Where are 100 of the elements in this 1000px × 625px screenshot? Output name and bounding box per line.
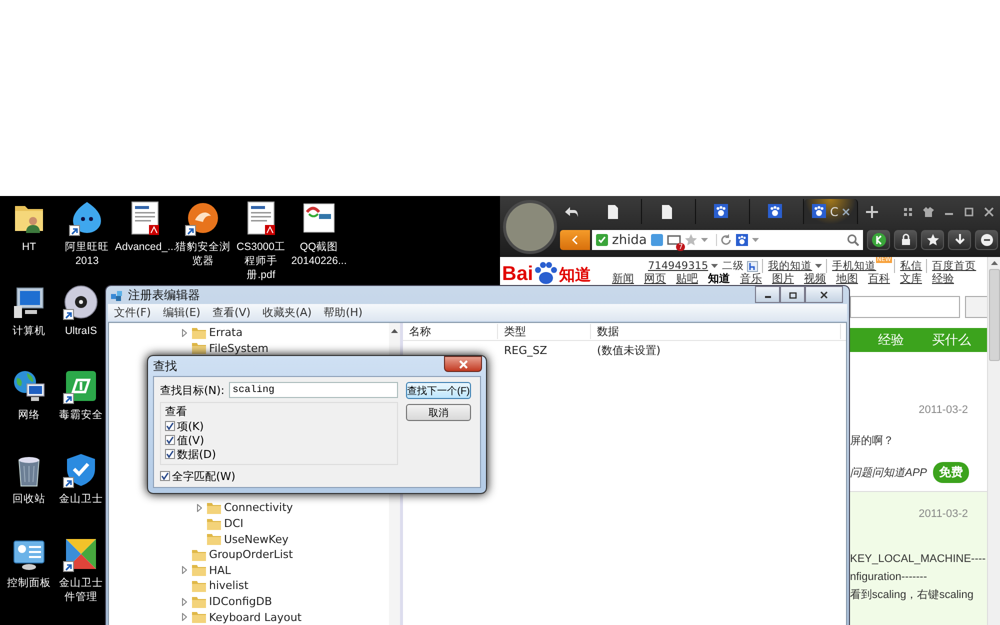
menu-item[interactable]: 帮助(H) (324, 305, 363, 320)
tree-item-label[interactable]: UseNewKey (224, 532, 288, 546)
paw-icon[interactable] (736, 234, 748, 246)
column-header[interactable]: 数据 (591, 324, 841, 339)
search-field[interactable] (850, 296, 960, 318)
checkbox-label[interactable]: 数据(D) (177, 446, 216, 462)
network-icon[interactable] (11, 368, 47, 404)
grid-icon[interactable] (903, 206, 913, 216)
desktop-icon-label[interactable]: Advanced_... (115, 240, 175, 254)
nav-link[interactable]: 经验 (932, 272, 954, 285)
maximize-icon[interactable] (964, 206, 974, 216)
header-link[interactable]: 私信 (900, 259, 922, 273)
checkbox[interactable] (160, 471, 170, 481)
desktop-icon-label[interactable]: 金山卫士 (59, 492, 103, 506)
back-arrow-icon[interactable] (564, 206, 578, 218)
nav-link[interactable]: 图片 (772, 272, 794, 285)
header-link[interactable]: 百度首页 (932, 259, 976, 273)
caret-icon[interactable] (815, 264, 822, 268)
expand-arrow-icon[interactable] (182, 598, 186, 606)
dialog-button[interactable]: 查找下一个(F) (406, 382, 471, 399)
desktop-icon-label[interactable]: QQ截图 20140226... (290, 240, 348, 268)
account-link[interactable]: 714949315 (648, 260, 708, 272)
checkbox[interactable] (165, 421, 175, 431)
desktop-icon-label[interactable]: 回收站 (12, 492, 46, 506)
caret-icon[interactable] (711, 264, 718, 268)
column-header[interactable]: 名称 (403, 324, 498, 339)
nav-link[interactable]: 音乐 (740, 272, 762, 285)
star-icon[interactable] (684, 234, 697, 246)
h-badge-icon[interactable] (747, 260, 758, 272)
app-tile-icon[interactable] (63, 368, 99, 404)
tree-item-label[interactable]: Errata (209, 326, 243, 340)
header-link[interactable]: 手机知道 (832, 259, 876, 273)
expand-arrow-icon[interactable] (196, 504, 202, 512)
desktop-icon-label[interactable]: 网络 (18, 408, 40, 422)
expand-arrow-icon[interactable] (182, 566, 186, 574)
tree-item-label[interactable]: GroupOrderList (209, 548, 293, 562)
menu-item[interactable]: 文件(F) (114, 305, 151, 320)
expand-arrow-icon[interactable] (182, 328, 186, 337)
scrollbar-thumb[interactable] (988, 269, 1000, 361)
nav-link[interactable]: 地图 (836, 272, 858, 285)
toolbar-button[interactable] (894, 230, 917, 250)
browser-tab[interactable]: C (804, 199, 858, 224)
nav-link[interactable]: 百科 (868, 272, 890, 285)
tree-item-label[interactable]: Keyboard Layout (209, 610, 302, 624)
expand-arrow-icon[interactable] (182, 613, 186, 622)
tree-item-label[interactable]: HAL (209, 564, 231, 577)
tile-icon[interactable] (63, 536, 99, 572)
tree-item-label[interactable]: FileSystem (209, 342, 268, 355)
checkbox[interactable] (165, 435, 175, 445)
screen-icon[interactable] (666, 234, 681, 246)
scrollbar[interactable] (987, 257, 1000, 625)
nav-link[interactable]: 知道 (708, 272, 730, 285)
disc-icon[interactable] (63, 284, 99, 320)
toolbar-button[interactable] (948, 230, 971, 250)
toolbar-button[interactable] (867, 230, 890, 250)
round-app-icon[interactable] (185, 200, 221, 236)
close-button[interactable] (805, 286, 843, 303)
tree-item-label[interactable]: DCI (224, 517, 244, 530)
address-text[interactable]: zhida (612, 232, 647, 248)
new-tab-plus-icon[interactable] (866, 206, 878, 218)
checkbox-label[interactable]: 值(V) (177, 432, 204, 448)
desktop-icon-label[interactable]: 金山卫士件管理 (58, 576, 104, 604)
nav-link[interactable]: 新闻 (612, 272, 634, 285)
desktop-icon-label[interactable]: 猎豹安全浏览器 (174, 240, 232, 268)
search-icon[interactable] (847, 234, 859, 246)
tree-item-label[interactable]: IDConfigDB (209, 595, 272, 608)
menu-item[interactable]: 收藏夹(A) (262, 305, 312, 320)
toolbar-button[interactable] (975, 230, 998, 250)
close-icon[interactable] (842, 208, 850, 216)
avatar-circle[interactable] (503, 200, 557, 254)
checkbox[interactable] (165, 449, 175, 459)
menu-item[interactable]: 编辑(E) (162, 305, 200, 320)
desktop-icon-label[interactable]: 计算机 (12, 324, 46, 338)
caret-icon[interactable] (752, 238, 759, 242)
scroll-up-arrow-icon[interactable] (990, 261, 998, 265)
tree-item-label[interactable]: Connectivity (224, 501, 293, 514)
search-field[interactable]: scaling (228, 382, 398, 398)
caret-icon[interactable] (700, 238, 708, 242)
header-link[interactable]: 我的知道 (768, 259, 812, 273)
checkbox-label[interactable]: 全字匹配(W) (172, 468, 236, 484)
toolbar-button[interactable] (921, 230, 944, 250)
logo-text[interactable]: 知道 (559, 265, 592, 285)
desktop-icon-label[interactable]: 控制面板 (7, 576, 51, 590)
minimize-button[interactable] (755, 286, 780, 303)
reload-icon[interactable] (716, 234, 732, 246)
desktop-icon-label[interactable]: CS3000工程师手册.pdf (232, 240, 290, 282)
desktop-icon-label[interactable]: 阿里旺旺 2013 (58, 240, 116, 268)
desktop-icon-label[interactable]: HT (22, 240, 36, 254)
desktop-icon-label[interactable]: 毒霸安全 (59, 408, 103, 422)
nav-link[interactable]: 文库 (900, 272, 922, 285)
nav-link[interactable]: 视频 (804, 272, 826, 285)
logo-text[interactable]: Bai (502, 263, 534, 285)
menu-item[interactable]: 查看(V) (212, 305, 251, 320)
tree-item-label[interactable]: hivelist (209, 579, 248, 592)
close-icon[interactable] (984, 206, 994, 216)
shirt-icon[interactable] (923, 206, 934, 216)
desktop-icon-label[interactable]: UltraIS (64, 324, 98, 338)
nav-link[interactable]: 网页 (644, 272, 666, 285)
close-button[interactable] (444, 356, 482, 372)
checkbox-label[interactable]: 项(K) (177, 418, 204, 434)
